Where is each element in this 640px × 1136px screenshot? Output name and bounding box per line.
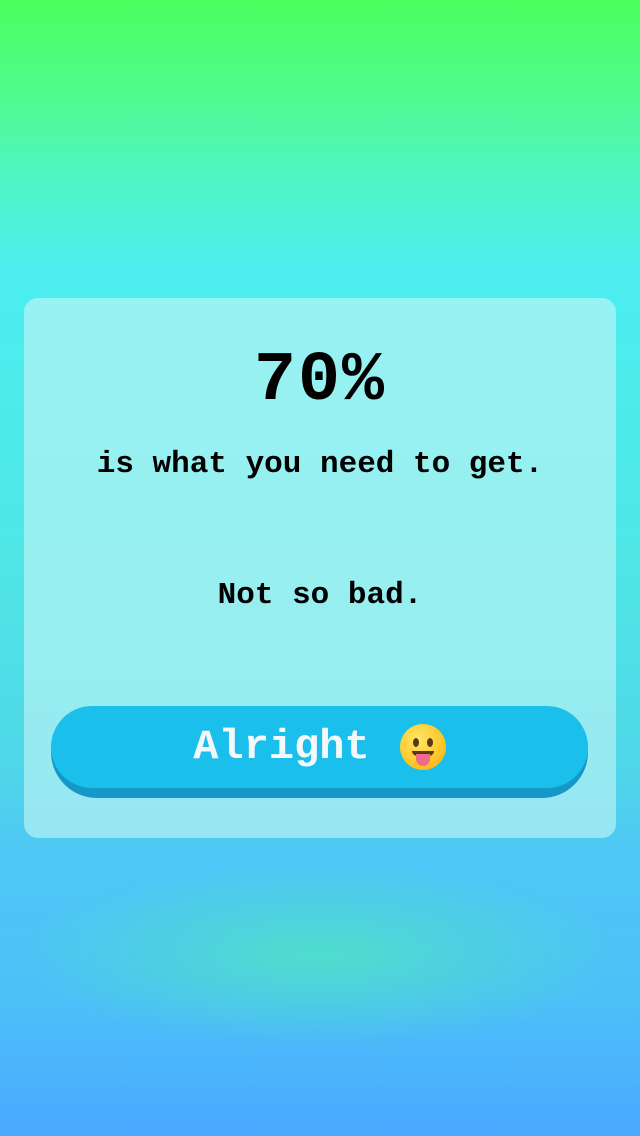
alright-button-face[interactable]: Alright [51,706,588,788]
verdict-message: Not so bad. [217,578,423,613]
alright-button-label: Alright [193,723,370,771]
required-percentage-caption: is what you need to get. [96,447,544,482]
required-percentage: 70% [253,342,387,421]
face-with-tongue-icon [399,724,446,770]
alright-button[interactable]: Alright [51,706,588,798]
